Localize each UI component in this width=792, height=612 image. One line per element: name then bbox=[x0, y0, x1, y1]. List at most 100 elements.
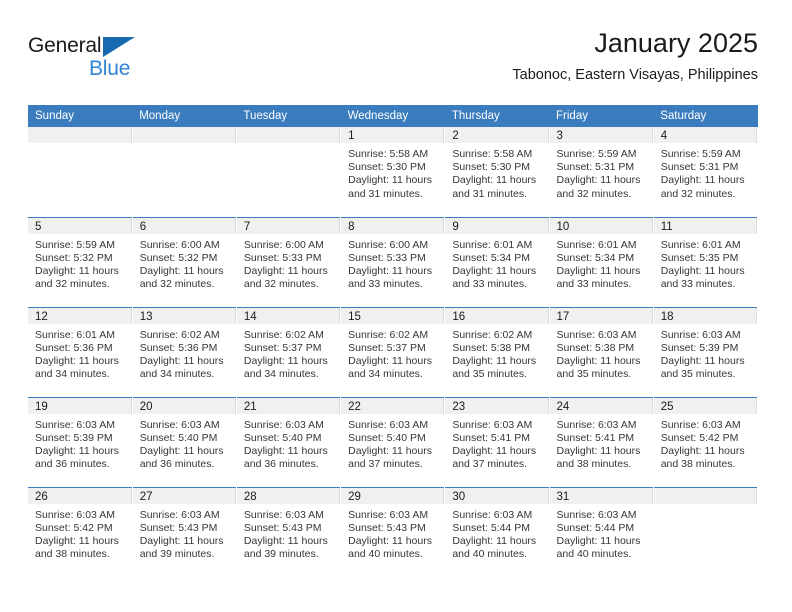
day-details: Sunrise: 5:59 AM Sunset: 5:31 PM Daylight:… bbox=[550, 143, 653, 201]
daylight-text-line1: Daylight: 11 hours bbox=[35, 264, 119, 277]
calendar-day-cell[interactable]: 21 Sunrise: 6:03 AM Sunset: 5:40 PM Dayligh… bbox=[236, 396, 342, 487]
sunrise-text: Sunrise: 5:58 AM bbox=[348, 148, 429, 160]
daylight-text-line1: Daylight: 11 hours bbox=[556, 264, 641, 277]
calendar-day-cell[interactable]: 22 Sunrise: 6:03 AM Sunset: 5:40 PM Dayligh… bbox=[340, 396, 446, 487]
calendar-day-cell[interactable]: 28 Sunrise: 6:03 AM Sunset: 5:43 PM Dayligh… bbox=[236, 486, 342, 577]
day-number: 26 bbox=[28, 487, 132, 504]
day-details: Sunrise: 5:59 AM Sunset: 5:31 PM Daylight:… bbox=[654, 143, 757, 201]
daylight-text-line1: Daylight: 11 hours bbox=[35, 534, 119, 547]
calendar-week-row: 19 Sunrise: 6:03 AM Sunset: 5:39 PM Dayligh… bbox=[28, 396, 759, 487]
calendar-day-cell[interactable]: 7 Sunrise: 6:00 AM Sunset: 5:33 PM Daylight… bbox=[236, 216, 342, 307]
daylight-text-line2: and 32 minutes. bbox=[660, 187, 736, 200]
daylight-text-line1: Daylight: 11 hours bbox=[660, 174, 745, 187]
calendar-day-cell[interactable]: 19 Sunrise: 6:03 AM Sunset: 5:39 PM Dayligh… bbox=[28, 396, 133, 487]
sunrise-text: Sunrise: 6:01 AM bbox=[35, 328, 115, 341]
calendar-day-cell[interactable]: 6 Sunrise: 6:00 AM Sunset: 5:32 PM Daylight… bbox=[132, 216, 237, 307]
sunset-text: Sunset: 5:43 PM bbox=[348, 521, 426, 534]
calendar-day-cell[interactable]: 27 Sunrise: 6:03 AM Sunset: 5:43 PM Dayligh… bbox=[132, 486, 237, 577]
day-number bbox=[28, 127, 132, 143]
daylight-text-line2: and 38 minutes. bbox=[660, 458, 736, 471]
calendar-day-cell[interactable]: 20 Sunrise: 6:03 AM Sunset: 5:40 PM Dayligh… bbox=[132, 396, 237, 487]
calendar-day-cell[interactable]: 13 Sunrise: 6:02 AM Sunset: 5:36 PM Dayligh… bbox=[132, 306, 237, 397]
day-number: 17 bbox=[549, 307, 653, 324]
calendar-day-cell[interactable]: 31 Sunrise: 6:03 AM Sunset: 5:44 PM Dayligh… bbox=[549, 486, 654, 577]
daylight-text-line1: Daylight: 11 hours bbox=[556, 534, 641, 547]
daylight-text-line1: Daylight: 11 hours bbox=[243, 444, 328, 457]
daylight-text-line1: Daylight: 11 hours bbox=[243, 534, 328, 547]
daylight-text-line2: and 33 minutes. bbox=[556, 278, 632, 291]
weekday-header-monday: Monday bbox=[132, 105, 237, 127]
calendar-day-cell[interactable]: 23 Sunrise: 6:03 AM Sunset: 5:41 PM Dayligh… bbox=[444, 396, 550, 487]
day-details: Sunrise: 6:03 AM Sunset: 5:39 PM Daylight:… bbox=[654, 324, 757, 382]
day-number: 7 bbox=[236, 217, 341, 234]
day-number: 5 bbox=[28, 217, 132, 234]
calendar-day-cell[interactable]: 9 Sunrise: 6:01 AM Sunset: 5:34 PM Daylight… bbox=[444, 216, 550, 307]
day-number: 24 bbox=[549, 397, 653, 414]
calendar-day-cell[interactable]: 16 Sunrise: 6:02 AM Sunset: 5:38 PM Dayligh… bbox=[444, 306, 550, 397]
daylight-text-line2: and 36 minutes. bbox=[243, 458, 319, 471]
sunset-text: Sunset: 5:39 PM bbox=[660, 341, 739, 354]
calendar-day-cell[interactable]: 18 Sunrise: 6:03 AM Sunset: 5:39 PM Dayligh… bbox=[653, 306, 759, 397]
calendar-day-cell[interactable]: 4 Sunrise: 5:59 AM Sunset: 5:31 PM Daylight… bbox=[653, 127, 759, 217]
daylight-text-line2: and 35 minutes. bbox=[452, 368, 528, 381]
calendar-day-cell[interactable]: 10 Sunrise: 6:01 AM Sunset: 5:34 PM Dayligh… bbox=[549, 216, 654, 307]
calendar-day-cell[interactable]: 29 Sunrise: 6:03 AM Sunset: 5:43 PM Dayligh… bbox=[340, 486, 446, 577]
sunset-text: Sunset: 5:39 PM bbox=[35, 431, 113, 444]
sunset-text: Sunset: 5:38 PM bbox=[452, 341, 530, 354]
calendar-day-cell[interactable]: 17 Sunrise: 6:03 AM Sunset: 5:38 PM Dayligh… bbox=[549, 306, 654, 397]
daylight-text-line2: and 32 minutes. bbox=[556, 187, 632, 200]
sunset-text: Sunset: 5:43 PM bbox=[243, 521, 322, 534]
day-number: 29 bbox=[341, 487, 445, 504]
day-number: 1 bbox=[341, 127, 445, 143]
day-number: 8 bbox=[341, 217, 445, 234]
calendar-day-cell[interactable]: 12 Sunrise: 6:01 AM Sunset: 5:36 PM Dayligh… bbox=[28, 306, 133, 397]
daylight-text-line1: Daylight: 11 hours bbox=[452, 354, 537, 367]
day-details: Sunrise: 6:02 AM Sunset: 5:38 PM Daylight:… bbox=[445, 324, 548, 382]
calendar-day-cell[interactable]: 3 Sunrise: 5:59 AM Sunset: 5:31 PM Daylight… bbox=[549, 127, 654, 217]
weekday-header-friday: Friday bbox=[549, 105, 654, 127]
day-number: 10 bbox=[549, 217, 653, 234]
day-details: Sunrise: 5:58 AM Sunset: 5:30 PM Daylight:… bbox=[341, 143, 444, 201]
calendar-day-cell[interactable]: 15 Sunrise: 6:02 AM Sunset: 5:37 PM Dayligh… bbox=[340, 306, 446, 397]
logo-text-blue: Blue bbox=[89, 57, 131, 80]
weekday-header-thursday: Thursday bbox=[444, 105, 550, 127]
calendar-day-cell[interactable]: 11 Sunrise: 6:01 AM Sunset: 5:35 PM Dayligh… bbox=[653, 216, 759, 307]
sunset-text: Sunset: 5:37 PM bbox=[243, 341, 322, 354]
page-header: General Blue January 2025 Tabonoc, Easte… bbox=[28, 26, 758, 98]
weekday-header-sunday: Sunday bbox=[28, 105, 133, 127]
daylight-text-line2: and 38 minutes. bbox=[556, 458, 632, 471]
daylight-text-line1: Daylight: 11 hours bbox=[243, 354, 328, 367]
calendar-day-cell[interactable]: 26 Sunrise: 6:03 AM Sunset: 5:42 PM Dayligh… bbox=[28, 486, 133, 577]
calendar-day-cell[interactable]: 2 Sunrise: 5:58 AM Sunset: 5:30 PM Daylight… bbox=[444, 127, 550, 217]
day-number: 14 bbox=[236, 307, 341, 324]
sunrise-text: Sunrise: 6:03 AM bbox=[243, 508, 324, 521]
calendar-day-cell[interactable]: 24 Sunrise: 6:03 AM Sunset: 5:41 PM Dayligh… bbox=[549, 396, 654, 487]
weekday-header-saturday: Saturday bbox=[653, 105, 758, 127]
sunrise-text: Sunrise: 6:02 AM bbox=[243, 328, 324, 341]
day-number: 4 bbox=[653, 127, 757, 143]
calendar-day-cell[interactable]: 25 Sunrise: 6:03 AM Sunset: 5:42 PM Dayligh… bbox=[653, 396, 759, 487]
sunrise-text: Sunrise: 6:03 AM bbox=[35, 418, 115, 431]
day-number bbox=[132, 127, 236, 143]
sunset-text: Sunset: 5:44 PM bbox=[556, 521, 635, 534]
day-details: Sunrise: 6:03 AM Sunset: 5:40 PM Daylight:… bbox=[237, 414, 340, 472]
day-details: Sunrise: 5:59 AM Sunset: 5:32 PM Daylight:… bbox=[28, 234, 132, 292]
sunrise-text: Sunrise: 6:03 AM bbox=[660, 418, 741, 431]
sunset-text: Sunset: 5:37 PM bbox=[348, 341, 426, 354]
day-details: Sunrise: 6:03 AM Sunset: 5:44 PM Daylight:… bbox=[445, 504, 548, 562]
sunrise-text: Sunrise: 6:03 AM bbox=[452, 508, 533, 521]
day-details: Sunrise: 6:00 AM Sunset: 5:32 PM Daylight:… bbox=[133, 234, 236, 292]
sunrise-text: Sunrise: 6:02 AM bbox=[139, 328, 220, 341]
calendar-day-cell[interactable]: 8 Sunrise: 6:00 AM Sunset: 5:33 PM Daylight… bbox=[340, 216, 446, 307]
calendar-day-cell[interactable]: 1 Sunrise: 5:58 AM Sunset: 5:30 PM Daylight… bbox=[340, 127, 446, 217]
daylight-text-line1: Daylight: 11 hours bbox=[139, 534, 224, 547]
calendar-day-cell[interactable]: 5 Sunrise: 5:59 AM Sunset: 5:32 PM Daylight… bbox=[28, 216, 133, 307]
calendar-day-cell[interactable]: 30 Sunrise: 6:03 AM Sunset: 5:44 PM Dayligh… bbox=[444, 486, 550, 577]
calendar-day-cell-empty bbox=[236, 127, 342, 217]
generalblue-logo[interactable]: General Blue bbox=[28, 34, 168, 90]
day-details: Sunrise: 6:03 AM Sunset: 5:40 PM Daylight:… bbox=[133, 414, 236, 472]
calendar-day-cell[interactable]: 14 Sunrise: 6:02 AM Sunset: 5:37 PM Dayligh… bbox=[236, 306, 342, 397]
day-details: Sunrise: 6:03 AM Sunset: 5:41 PM Daylight:… bbox=[445, 414, 548, 472]
sunrise-text: Sunrise: 6:03 AM bbox=[139, 418, 220, 431]
daylight-text-line1: Daylight: 11 hours bbox=[139, 354, 224, 367]
